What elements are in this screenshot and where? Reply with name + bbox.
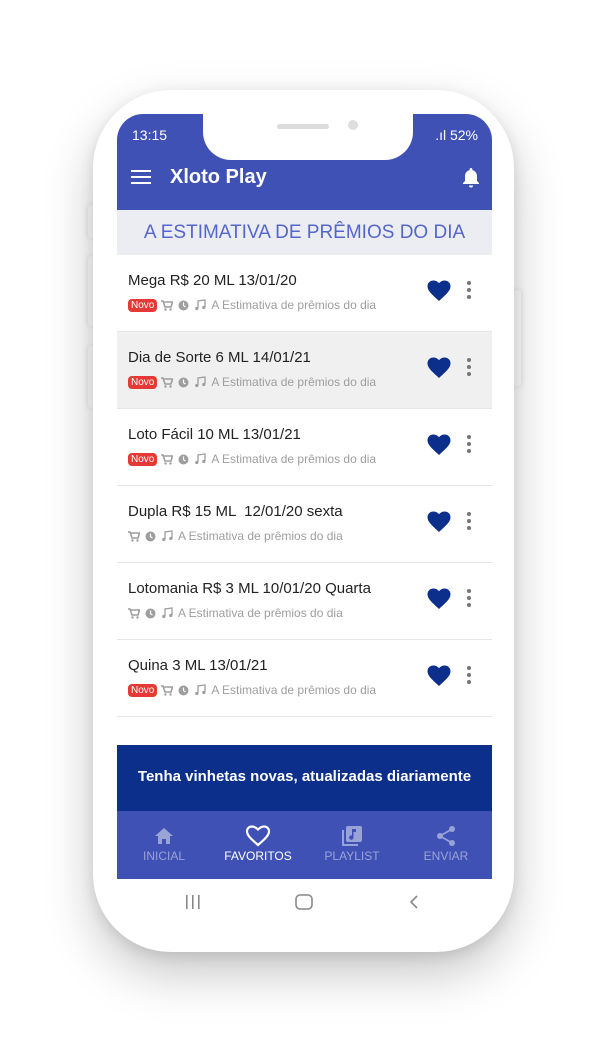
phone-screen: 13:15 .ıl 52% Xloto Play A ESTIMATIVA DE… bbox=[117, 114, 492, 927]
list-item[interactable]: Dupla R$ 15 ML 12/01/20 sexta A Estimati… bbox=[117, 486, 492, 563]
item-subtitle: A Estimativa de prêmios do dia bbox=[211, 375, 377, 389]
app-title: Xloto Play bbox=[170, 166, 267, 188]
more-options-icon[interactable] bbox=[467, 666, 471, 687]
home-system-icon[interactable] bbox=[294, 893, 314, 916]
playlist-icon bbox=[305, 823, 399, 849]
item-title: Dia de Sorte 6 ML 14/01/21 bbox=[128, 349, 311, 366]
status-time: 13:15 bbox=[132, 127, 168, 143]
new-badge: Novo bbox=[128, 683, 158, 697]
favorite-heart-icon[interactable] bbox=[427, 665, 451, 692]
item-title: Mega R$ 20 ML 13/01/20 bbox=[128, 272, 297, 289]
phone-notch bbox=[203, 114, 413, 160]
system-navigation-bar bbox=[117, 879, 492, 927]
menu-icon[interactable] bbox=[131, 170, 151, 186]
favorite-heart-icon[interactable] bbox=[427, 511, 451, 538]
favorite-heart-icon[interactable] bbox=[427, 280, 451, 307]
nav-label: PLAYLIST bbox=[324, 849, 380, 863]
more-options-icon[interactable] bbox=[467, 281, 471, 302]
clock-icon bbox=[178, 300, 189, 311]
nav-label: FAVORITOS bbox=[224, 849, 292, 863]
list-item[interactable]: Mega R$ 20 ML 13/01/20 Novo A Estimativa… bbox=[117, 255, 492, 332]
music-note-icon bbox=[194, 299, 207, 311]
bell-icon[interactable] bbox=[462, 167, 480, 194]
clock-icon bbox=[145, 531, 156, 542]
heart-outline-icon bbox=[211, 823, 305, 849]
cart-icon bbox=[161, 376, 174, 388]
item-subtitle: A Estimativa de prêmios do dia bbox=[178, 606, 343, 620]
nav-item-favoritos[interactable]: FAVORITOS bbox=[211, 823, 305, 863]
music-note-icon bbox=[194, 453, 207, 465]
cart-icon bbox=[161, 684, 174, 696]
clock-icon bbox=[178, 685, 189, 696]
more-options-icon[interactable] bbox=[467, 589, 471, 610]
music-note-icon bbox=[194, 684, 207, 696]
more-options-icon[interactable] bbox=[467, 358, 471, 379]
item-title: Lotomania R$ 3 ML 10/01/20 Quarta bbox=[128, 580, 371, 597]
more-options-icon[interactable] bbox=[467, 512, 471, 533]
clock-icon bbox=[178, 454, 189, 465]
favorite-heart-icon[interactable] bbox=[427, 434, 451, 461]
vinheta-list: Mega R$ 20 ML 13/01/20 Novo A Estimativa… bbox=[117, 255, 492, 717]
list-item[interactable]: Loto Fácil 10 ML 13/01/21 Novo A Estimat… bbox=[117, 409, 492, 486]
music-note-icon bbox=[161, 607, 173, 619]
nav-item-enviar[interactable]: ENVIAR bbox=[399, 823, 492, 863]
favorite-heart-icon[interactable] bbox=[427, 588, 451, 615]
nav-label: ENVIAR bbox=[423, 849, 469, 863]
nav-item-inicial[interactable]: INICIAL bbox=[117, 823, 211, 863]
more-options-icon[interactable] bbox=[467, 435, 471, 456]
item-subtitle: A Estimativa de prêmios do dia bbox=[211, 452, 377, 466]
clock-icon bbox=[145, 608, 156, 619]
cart-icon bbox=[128, 607, 140, 619]
cart-icon bbox=[161, 299, 174, 311]
front-camera bbox=[348, 120, 358, 130]
cart-icon bbox=[128, 530, 140, 542]
item-meta: Novo A Estimativa de prêmios do dia bbox=[128, 451, 376, 467]
item-meta: Novo A Estimativa de prêmios do dia bbox=[128, 297, 376, 313]
music-note-icon bbox=[161, 530, 173, 542]
speaker-grille bbox=[277, 124, 329, 129]
phone-side-button-right bbox=[513, 290, 521, 386]
back-icon[interactable] bbox=[407, 893, 419, 916]
music-note-icon bbox=[194, 376, 207, 388]
cart-icon bbox=[161, 453, 174, 465]
recent-apps-icon[interactable] bbox=[185, 893, 201, 916]
new-badge: Novo bbox=[128, 298, 158, 312]
new-badge: Novo bbox=[128, 375, 158, 389]
new-badge: Novo bbox=[128, 452, 158, 466]
section-header: A ESTIMATIVA DE PRÊMIOS DO DIA bbox=[117, 210, 492, 255]
app-bar: 13:15 .ıl 52% Xloto Play bbox=[117, 114, 492, 210]
item-subtitle: A Estimativa de prêmios do dia bbox=[178, 529, 343, 543]
bottom-navigation: INICIAL FAVORITOS PLAYLIST ENVIAR bbox=[117, 811, 492, 879]
item-meta: A Estimativa de prêmios do dia bbox=[128, 605, 343, 621]
list-item[interactable]: Dia de Sorte 6 ML 14/01/21 Novo A Estima… bbox=[117, 332, 492, 409]
status-signal: .ıl 52% bbox=[435, 127, 478, 143]
item-title: Dupla R$ 15 ML 12/01/20 sexta bbox=[128, 503, 343, 520]
item-title: Loto Fácil 10 ML 13/01/21 bbox=[128, 426, 301, 443]
nav-item-playlist[interactable]: PLAYLIST bbox=[305, 823, 399, 863]
list-item[interactable]: Lotomania R$ 3 ML 10/01/20 Quarta A Esti… bbox=[117, 563, 492, 640]
item-subtitle: A Estimativa de prêmios do dia bbox=[211, 298, 377, 312]
item-title: Quina 3 ML 13/01/21 bbox=[128, 657, 268, 674]
list-item[interactable]: Quina 3 ML 13/01/21 Novo A Estimativa de… bbox=[117, 640, 492, 717]
nav-label: INICIAL bbox=[142, 849, 185, 863]
item-meta: Novo A Estimativa de prêmios do dia bbox=[128, 374, 376, 390]
favorite-heart-icon[interactable] bbox=[427, 357, 451, 384]
item-meta: Novo A Estimativa de prêmios do dia bbox=[128, 682, 376, 698]
promo-banner[interactable]: Tenha vinhetas novas, atualizadas diaria… bbox=[117, 745, 492, 811]
item-meta: A Estimativa de prêmios do dia bbox=[128, 528, 343, 544]
clock-icon bbox=[178, 377, 189, 388]
share-icon bbox=[399, 823, 492, 849]
home-icon bbox=[117, 823, 211, 849]
item-subtitle: A Estimativa de prêmios do dia bbox=[211, 683, 377, 697]
